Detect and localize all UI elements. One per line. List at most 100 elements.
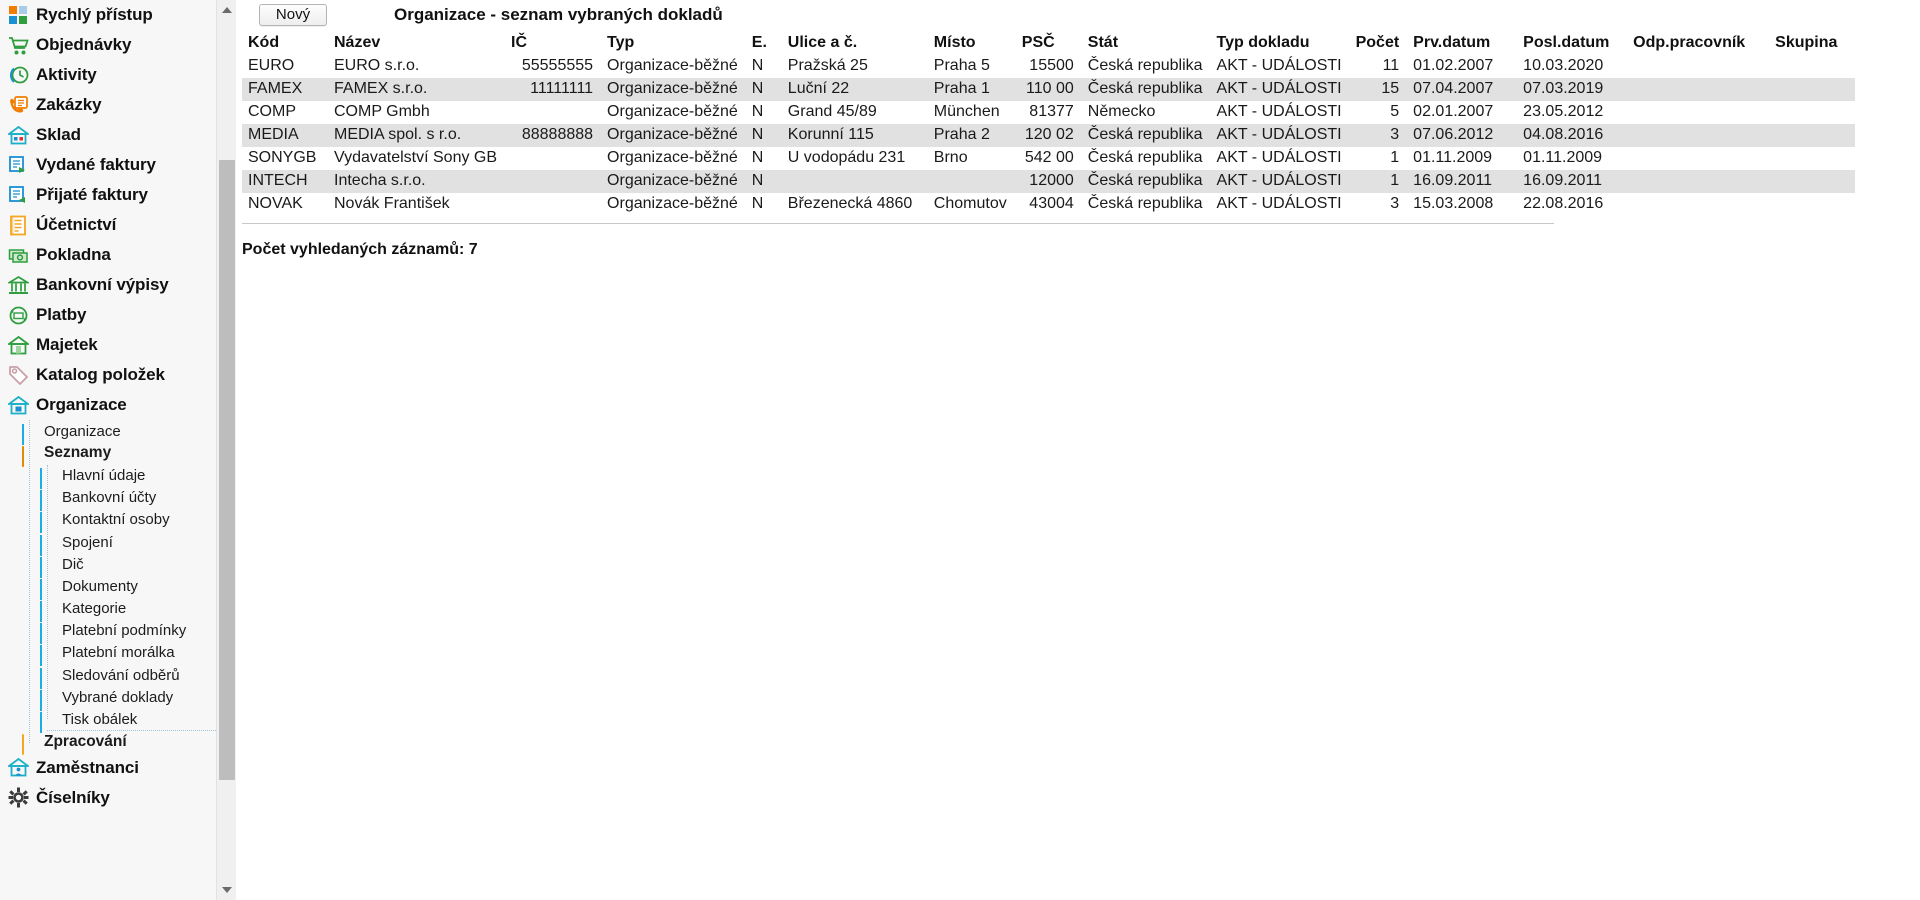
sidebar-subitem-dic[interactable]: Dič	[0, 553, 236, 578]
sidebar-scrollbar[interactable]	[216, 0, 236, 900]
cell-ulice: Březenecká 4860	[781, 193, 928, 216]
cell-posl: 16.09.2011	[1517, 170, 1628, 193]
cell-e: N	[745, 170, 782, 193]
table-row[interactable]: FAMEX FAMEX s.r.o. 11111111 Organizace-běžn…	[242, 78, 1856, 101]
sidebar-item-organizace[interactable]: Organizace	[0, 390, 236, 420]
sidebar-item-rychly-pristup[interactable]: Rychlý přístup	[0, 0, 236, 30]
column-header-pocet[interactable]: Počet	[1349, 32, 1408, 55]
cell-ulice	[781, 170, 928, 193]
column-header-ic[interactable]: IČ	[505, 32, 602, 55]
sidebar-subitem-platebni-moralka[interactable]: Platební morálka	[0, 642, 236, 667]
sidebar-subitem-bankovni-ucty[interactable]: Bankovní účty	[0, 487, 236, 512]
cell-typdok: AKT - UDÁLOSTI	[1210, 170, 1350, 193]
sidebar-subitem-seznamy[interactable]: Seznamy	[0, 442, 236, 467]
sidebar-item-zakazky[interactable]: Zakázky	[0, 90, 236, 120]
sidebar-item-pokladna[interactable]: Pokladna	[0, 240, 236, 270]
sidebar-subitem-kategorie[interactable]: Kategorie	[0, 598, 236, 623]
cell-misto	[927, 170, 1016, 193]
column-header-nazev[interactable]: Název	[328, 32, 506, 55]
quick-access-icon	[7, 4, 29, 26]
sidebar-item-label: Katalog položek	[36, 365, 165, 384]
table-row[interactable]: NOVAK Novák František Organizace-běžné N Bře…	[242, 193, 1856, 216]
cell-stat: Česká republika	[1081, 78, 1211, 101]
cell-ic: 11111111	[505, 78, 602, 101]
sidebar-item-sklad[interactable]: Sklad	[0, 120, 236, 150]
cell-psc: 542 00	[1015, 147, 1082, 170]
sidebar-subitem-sledovani-odberu[interactable]: Sledování odběrů	[0, 664, 236, 689]
sidebar-subitem-label: Kategorie	[62, 600, 127, 618]
sidebar-subitem-vybrane-doklady[interactable]: Vybrané doklady	[0, 686, 236, 711]
sidebar-item-vydane-faktury[interactable]: Vydané faktury	[0, 150, 236, 180]
sidebar-item-label: Rychlý přístup	[36, 5, 153, 24]
cell-typdok: AKT - UDÁLOSTI	[1210, 147, 1350, 170]
record-count-label: Počet vyhledaných záznamů: 7	[242, 241, 478, 258]
cell-psc: 12000	[1015, 170, 1082, 193]
sidebar-item-majetek[interactable]: Majetek	[0, 330, 236, 360]
cell-typ: Organizace-běžné	[601, 147, 746, 170]
table-row[interactable]: COMP COMP Gmbh Organizace-běžné N Grand 45/8…	[242, 101, 1856, 124]
column-header-typdok[interactable]: Typ dokladu	[1210, 32, 1350, 55]
cell-odp	[1627, 193, 1770, 216]
column-header-typ[interactable]: Typ	[601, 32, 746, 55]
sidebar-subitem-kontaktni-osoby[interactable]: Kontaktní osoby	[0, 509, 236, 534]
sidebar-subitem-spojeni[interactable]: Spojení	[0, 531, 236, 556]
sidebar-item-zamestnanci[interactable]: Zaměstnanci	[0, 753, 236, 783]
sidebar-subitem-zpracovani[interactable]: Zpracování	[0, 731, 236, 756]
sidebar-item-platby[interactable]: Platby	[0, 300, 236, 330]
sidebar-item-aktivity[interactable]: Aktivity	[0, 60, 236, 90]
column-header-odp[interactable]: Odp.pracovník	[1627, 32, 1770, 55]
sidebar-item-katalog-polozek[interactable]: Katalog položek	[0, 360, 236, 390]
scroll-up-arrow-icon[interactable]	[217, 0, 236, 20]
column-header-prv[interactable]: Prv.datum	[1407, 32, 1518, 55]
sidebar-scrollbar-thumb[interactable]	[219, 160, 235, 780]
scroll-down-arrow-icon[interactable]	[217, 880, 236, 900]
sidebar-subitem-hlavni-udaje[interactable]: Hlavní údaje	[0, 464, 236, 489]
cell-e: N	[745, 101, 782, 124]
sidebar-subitem-organizace[interactable]: Organizace	[0, 420, 236, 445]
application-window: Rychlý přístup Objednávky Aktivity Zakázky S…	[0, 0, 1920, 900]
sidebar-subitem-tisk-obalek[interactable]: Tisk obálek	[0, 708, 236, 734]
cell-nazev: EURO s.r.o.	[328, 55, 506, 78]
organization-house-icon	[7, 394, 29, 416]
sidebar-item-ciselniky[interactable]: Číselníky	[0, 783, 236, 813]
cell-misto: Praha 1	[927, 78, 1016, 101]
cell-ic: 88888888	[505, 124, 602, 147]
table-row[interactable]: INTECH Intecha s.r.o. Organizace-běžné N 120…	[242, 170, 1856, 193]
sidebar-subitem-platebni-podminky[interactable]: Platební podmínky	[0, 620, 236, 645]
grid-bottom-divider	[242, 223, 1554, 224]
column-header-e[interactable]: E.	[745, 32, 782, 55]
cell-prv: 02.01.2007	[1407, 101, 1518, 124]
cell-typdok: AKT - UDÁLOSTI	[1210, 55, 1350, 78]
sidebar-item-objednavky[interactable]: Objednávky	[0, 30, 236, 60]
sidebar-item-bankovni-vypisy[interactable]: Bankovní výpisy	[0, 270, 236, 300]
main-content-area: Nový Organizace - seznam vybraných dokla…	[236, 0, 1920, 900]
cell-ic	[505, 193, 602, 216]
cell-skup	[1769, 147, 1856, 170]
column-header-psc[interactable]: PSČ	[1015, 32, 1082, 55]
column-header-misto[interactable]: Místo	[927, 32, 1016, 55]
cell-misto: München	[927, 101, 1016, 124]
table-row[interactable]: SONYGB Vydavatelství Sony GB Organizace-bě…	[242, 147, 1856, 170]
column-header-stat[interactable]: Stát	[1081, 32, 1211, 55]
column-header-skup[interactable]: Skupina	[1769, 32, 1856, 55]
sidebar-subitem-label: Tisk obálek	[62, 711, 138, 729]
cell-kod: INTECH	[242, 170, 328, 193]
column-header-ulice[interactable]: Ulice a č.	[781, 32, 928, 55]
table-row[interactable]: MEDIA MEDIA spol. s r.o. 88888888 Organizac…	[242, 124, 1856, 147]
column-header-posl[interactable]: Posl.datum	[1517, 32, 1628, 55]
cell-stat: Česká republika	[1081, 170, 1211, 193]
cell-posl: 04.08.2016	[1517, 124, 1628, 147]
sidebar-subitem-dokumenty[interactable]: Dokumenty	[0, 575, 236, 600]
sidebar-subitem-label: Spojení	[62, 533, 113, 551]
sidebar-subitem-label: Hlavní údaje	[62, 466, 146, 484]
organizace-subtree: Organizace Seznamy Hlavní údaje Bankovní úč…	[0, 420, 236, 756]
new-button[interactable]: Nový	[259, 4, 327, 26]
table-row[interactable]: EURO EURO s.r.o. 55555555 Organizace-běžné N…	[242, 55, 1856, 78]
column-header-kod[interactable]: Kód	[242, 32, 328, 55]
cell-odp	[1627, 170, 1770, 193]
sidebar-item-prijate-faktury[interactable]: Přijaté faktury	[0, 180, 236, 210]
cell-ulice: Pražská 25	[781, 55, 928, 78]
cell-typ: Organizace-běžné	[601, 55, 746, 78]
cell-e: N	[745, 193, 782, 216]
sidebar-item-ucetnictvi[interactable]: Účetnictví	[0, 210, 236, 240]
